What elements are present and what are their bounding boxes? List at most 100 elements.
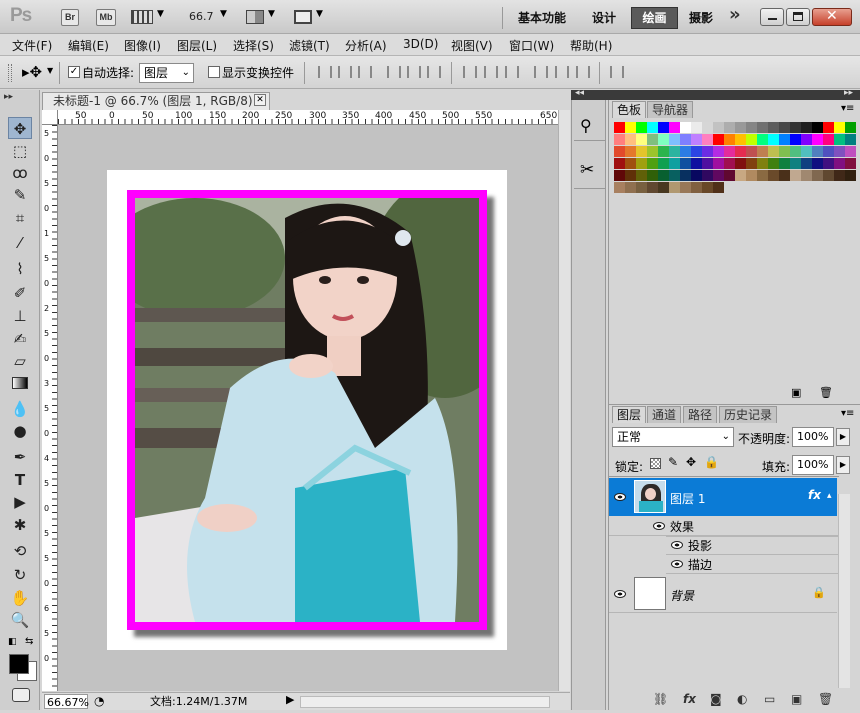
layer-name[interactable]: 背景 [670,587,694,604]
distribute-right-icon[interactable] [576,66,590,78]
auto-select-checkbox[interactable]: ✓ [68,66,80,78]
swatch[interactable] [790,146,801,157]
swatch[interactable] [779,170,790,181]
swatch[interactable] [746,170,757,181]
adjustment-layer-icon[interactable]: ◐ [737,692,747,706]
swatch[interactable] [801,134,812,145]
swatch[interactable] [790,122,801,133]
workspace-essentials[interactable]: 基本功能 [518,9,566,26]
menu-file[interactable]: 文件(F) [12,37,52,54]
swatch[interactable] [779,122,790,133]
lock-position-icon[interactable]: ✥ [686,455,696,469]
visibility-eye-icon[interactable] [671,560,683,568]
layer-name[interactable]: 图层 1 [670,490,705,507]
lock-all-icon[interactable]: 🔒 [704,455,719,469]
swatch[interactable] [625,158,636,169]
dodge-tool-icon[interactable]: ● [8,420,32,442]
swatch[interactable] [625,146,636,157]
swatch[interactable] [636,146,647,157]
swatch[interactable] [636,170,647,181]
align-hcenter-icon[interactable] [407,66,421,78]
align-bottom-icon[interactable] [358,66,372,78]
document-tab[interactable]: 未标题-1 @ 66.7% (图层 1, RGB/8) * [42,92,270,110]
swatch[interactable] [757,122,768,133]
swatch[interactable] [834,122,845,133]
custom-shape-tool-icon[interactable]: ✱ [8,514,32,536]
swatch[interactable] [669,182,680,193]
swatch[interactable] [812,170,823,181]
menu-edit[interactable]: 编辑(E) [68,37,109,54]
swatch[interactable] [746,158,757,169]
swatch[interactable] [647,146,658,157]
visibility-eye-icon[interactable] [614,590,626,598]
menu-help[interactable]: 帮助(H) [570,37,612,54]
distribute-top-icon[interactable] [463,66,477,78]
swatch[interactable] [647,122,658,133]
foreground-color-swatch[interactable] [9,654,29,674]
swatch[interactable] [713,182,724,193]
swatch[interactable] [812,122,823,133]
swatch[interactable] [823,158,834,169]
swatch[interactable] [713,134,724,145]
collapse-panels-icon[interactable]: ▸▸ [844,88,853,98]
swatch[interactable] [735,122,746,133]
swatch[interactable] [757,146,768,157]
swatch[interactable] [823,134,834,145]
menu-select[interactable]: 选择(S) [233,37,274,54]
swatch[interactable] [614,122,625,133]
swatch[interactable] [845,170,856,181]
new-layer-icon[interactable]: ▣ [791,692,802,706]
expand-dock-icon[interactable]: ◂◂ [575,88,584,98]
swatch[interactable] [724,122,735,133]
swatch[interactable] [790,134,801,145]
pen-tool-icon[interactable]: ✒ [8,446,32,468]
swatch[interactable] [724,146,735,157]
swatch[interactable] [713,158,724,169]
swatch[interactable] [669,146,680,157]
tab-history[interactable]: 历史记录 [719,406,778,423]
swatch[interactable] [768,134,779,145]
visibility-eye-icon[interactable] [653,522,665,530]
clone-stamp-tool-icon[interactable]: ⊥ [8,305,32,327]
swatch[interactable] [768,122,779,133]
zoom-status-field[interactable]: 66.67% [44,694,89,709]
menu-filter[interactable]: 滤镜(T) [289,37,330,54]
panel-menu-icon[interactable]: ▾≡ [841,408,854,419]
lock-image-icon[interactable]: ✎ [668,455,678,469]
swatch[interactable] [845,134,856,145]
close-document-icon[interactable]: ✕ [254,94,266,106]
swatch[interactable] [625,182,636,193]
swatch[interactable] [680,146,691,157]
swatch[interactable] [614,134,625,145]
visibility-eye-icon[interactable] [614,493,626,501]
blur-tool-icon[interactable]: 💧 [8,398,32,420]
menu-layer[interactable]: 图层(L) [177,37,217,54]
swatch[interactable] [757,158,768,169]
swatch[interactable] [647,182,658,193]
align-top-icon[interactable] [318,66,332,78]
swatch[interactable] [658,134,669,145]
swatch[interactable] [735,158,746,169]
add-mask-icon[interactable]: ◙ [710,692,722,706]
swatch[interactable] [702,134,713,145]
swatch[interactable] [735,134,746,145]
swatch[interactable] [647,170,658,181]
swatch[interactable] [713,146,724,157]
tab-channels[interactable]: 通道 [647,406,682,423]
swatch[interactable] [636,182,647,193]
new-swatch-icon[interactable]: ▣ [791,386,801,399]
chevron-down-icon[interactable]: ▼ [268,9,275,19]
screen-mode-icon[interactable] [294,10,312,24]
swatch[interactable] [713,170,724,181]
swatch[interactable] [691,170,702,181]
path-selection-tool-icon[interactable]: ▶ [8,491,32,513]
chevron-down-icon[interactable]: ▼ [220,9,227,19]
panel-menu-icon[interactable]: ▾≡ [841,103,854,114]
swatch[interactable] [713,122,724,133]
swatch[interactable] [702,182,713,193]
swatch[interactable] [625,170,636,181]
swatch[interactable] [823,122,834,133]
swatch[interactable] [614,182,625,193]
swatch[interactable] [658,170,669,181]
move-tool-icon[interactable]: ✥ [8,117,32,139]
